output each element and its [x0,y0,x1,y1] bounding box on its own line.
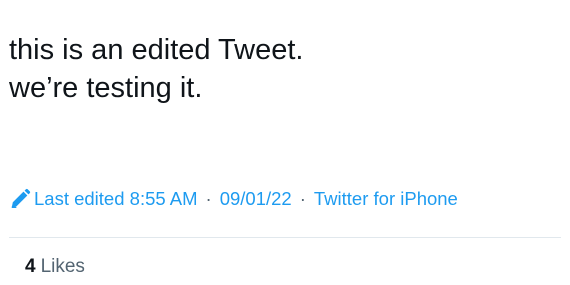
likes-count: 4 [25,256,36,277]
meta-separator: · [299,188,306,209]
tweet-detail: this is an edited Tweet. we’re testing i… [0,0,570,285]
tweet-text-line: we’re testing it. [9,72,203,104]
last-edited-link[interactable]: Last edited 8:55 AM [34,188,198,210]
tweet-source-link[interactable]: Twitter for iPhone [314,188,458,210]
meta-separator: · [205,188,212,209]
tweet-text-line: this is an edited Tweet. [9,34,304,66]
pencil-icon [11,188,31,208]
tweet-text: this is an edited Tweet. we’re testing i… [9,31,549,107]
tweet-meta-row: Last edited 8:55 AM · 09/01/22 · Twitter… [9,186,458,212]
divider [9,237,561,238]
likes-link[interactable]: 4 Likes [25,256,85,278]
likes-label: Likes [40,256,85,277]
tweet-date-link[interactable]: 09/01/22 [220,188,292,210]
